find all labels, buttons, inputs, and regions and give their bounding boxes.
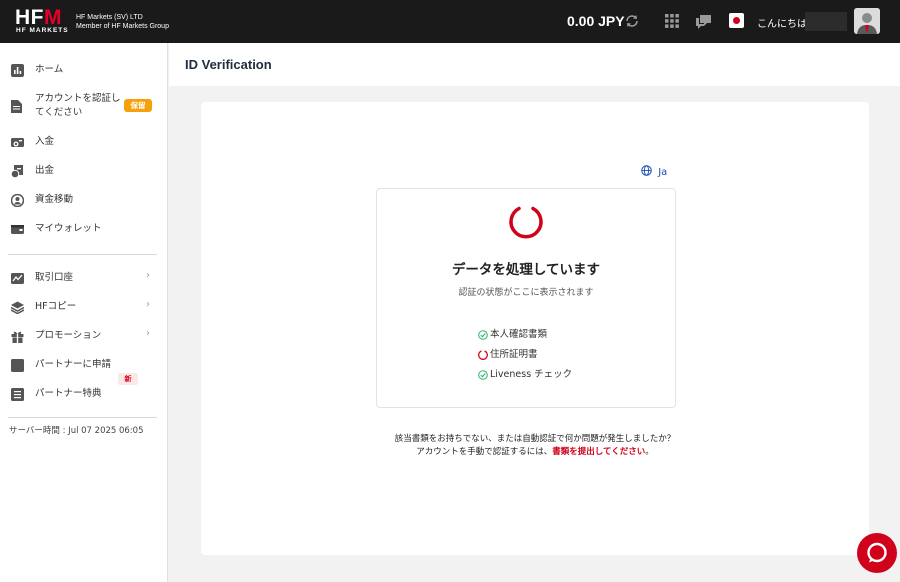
sidebar-divider — [8, 417, 157, 418]
sidebar-item-partner-benefits[interactable]: パートナー特典 — [0, 381, 168, 407]
company-group: Member of HF Markets Group — [76, 23, 169, 30]
sidebar-item-label: パートナーに申請 — [35, 359, 112, 370]
check-item-label: 住所証明書 — [490, 349, 538, 360]
submit-documents-link[interactable]: 書類を提出してください — [552, 447, 645, 457]
logo-text-hf: HF — [15, 6, 44, 29]
document-icon — [11, 100, 22, 113]
user-avatar-icon — [854, 8, 880, 34]
sidebar-item-promotions[interactable]: プロモーション › — [0, 323, 168, 349]
sidebar-item-my-wallet[interactable]: マイウォレット — [0, 216, 168, 242]
deposit-icon — [11, 138, 24, 147]
globe-icon — [641, 165, 652, 176]
company-name: HF Markets (SV) LTD — [76, 14, 143, 21]
refresh-icon[interactable] — [624, 13, 640, 29]
language-selector[interactable]: Ja — [641, 165, 667, 178]
gift-icon — [11, 331, 24, 343]
help-text-line1: 該当書類をお持ちでない、または自動認証で何か問題が発生しましたか？ — [394, 434, 676, 444]
check-circle-icon — [478, 330, 488, 340]
japan-flag-icon[interactable] — [729, 13, 744, 28]
sidebar-item-label: アカウントを認証し — [35, 93, 121, 104]
sidebar-item-label-line2: てください — [35, 107, 83, 118]
sidebar-item-label: 出金 — [35, 165, 55, 176]
processing-subtitle: 認証の状態がここに表示されます — [458, 288, 594, 298]
sidebar-item-label: ホーム — [35, 64, 64, 75]
sidebar-item-label: 資金移動 — [35, 194, 74, 205]
sidebar-item-deposit[interactable]: 入金 — [0, 129, 168, 155]
layers-icon — [11, 301, 24, 314]
sidebar-item-label: 取引口座 — [35, 272, 74, 283]
avatar[interactable] — [854, 8, 880, 34]
check-item-label: 本人確認書類 — [490, 329, 548, 340]
logo-subtext: HF MARKETS — [16, 27, 69, 34]
chat-bubbles-icon[interactable] — [695, 13, 713, 29]
chevron-right-icon: › — [146, 328, 150, 339]
sidebar-item-label: マイウォレット — [35, 223, 102, 234]
sidebar-item-trading-accounts[interactable]: 取引口座 › — [0, 265, 168, 291]
wallet-icon — [11, 225, 24, 234]
sidebar-item-withdraw[interactable]: 出金 — [0, 158, 168, 184]
help-text-suffix: 。 — [645, 447, 654, 457]
company-info: HF Markets (SV) LTD Member of HF Markets… — [76, 13, 169, 31]
loading-spinner-small-icon — [478, 350, 488, 360]
sidebar-item-label: プロモーション — [35, 330, 102, 341]
username-redacted — [805, 12, 847, 31]
sidebar-item-label: HFコピー — [35, 301, 77, 312]
chevron-right-icon: › — [146, 270, 150, 281]
processing-title: データを処理しています — [451, 262, 601, 278]
sidebar-item-home[interactable]: ホーム — [0, 57, 168, 83]
page-title-bar: ID Verification — [169, 43, 900, 86]
greeting-text: こんにちは — [757, 19, 807, 30]
loading-spinner-icon — [509, 206, 543, 239]
page-title: ID Verification — [185, 57, 272, 72]
partner-icon — [11, 359, 24, 372]
help-text-line2: アカウントを手動で認証するには、書類を提出してください。 — [201, 445, 869, 457]
sidebar-item-hf-copy[interactable]: HFコピー › — [0, 294, 168, 320]
help-text-prefix: アカウントを手動で認証するには、 — [416, 447, 553, 457]
sidebar-item-transfer[interactable]: 資金移動 — [0, 187, 168, 213]
apps-grid-icon[interactable] — [664, 13, 680, 29]
hfm-logo[interactable]: HFM HF MARKETS — [15, 7, 73, 35]
chart-icon — [11, 64, 24, 77]
trading-chart-icon — [11, 273, 24, 284]
sidebar-divider — [8, 254, 157, 255]
sidebar-item-label: パートナー特典 — [35, 388, 102, 399]
check-item-label: Liveness チェック — [490, 369, 573, 380]
account-balance: 0.00 JPY — [567, 13, 625, 29]
sidebar-item-apply-partner[interactable]: パートナーに申請 — [0, 352, 168, 378]
list-icon — [11, 388, 24, 401]
sidebar-item-label: 入金 — [35, 136, 55, 147]
top-header: HFM HF MARKETS HF Markets (SV) LTD Membe… — [0, 0, 900, 43]
logo-text-m: M — [44, 6, 62, 29]
transfer-icon — [11, 194, 24, 207]
live-chat-button[interactable] — [857, 533, 897, 573]
sidebar: ホーム アカウントを認証し てください 保留 入金 出金 資金移動 マイウォレッ… — [0, 43, 168, 582]
chat-icon — [867, 542, 887, 563]
check-circle-icon — [478, 370, 488, 380]
chevron-right-icon: › — [146, 299, 150, 310]
status-badge-pending: 保留 — [124, 99, 152, 112]
language-label: Ja — [658, 167, 668, 178]
withdraw-icon — [11, 165, 23, 178]
server-time: サーバー時間 : Jul 07 2025 06:05 — [9, 426, 144, 436]
